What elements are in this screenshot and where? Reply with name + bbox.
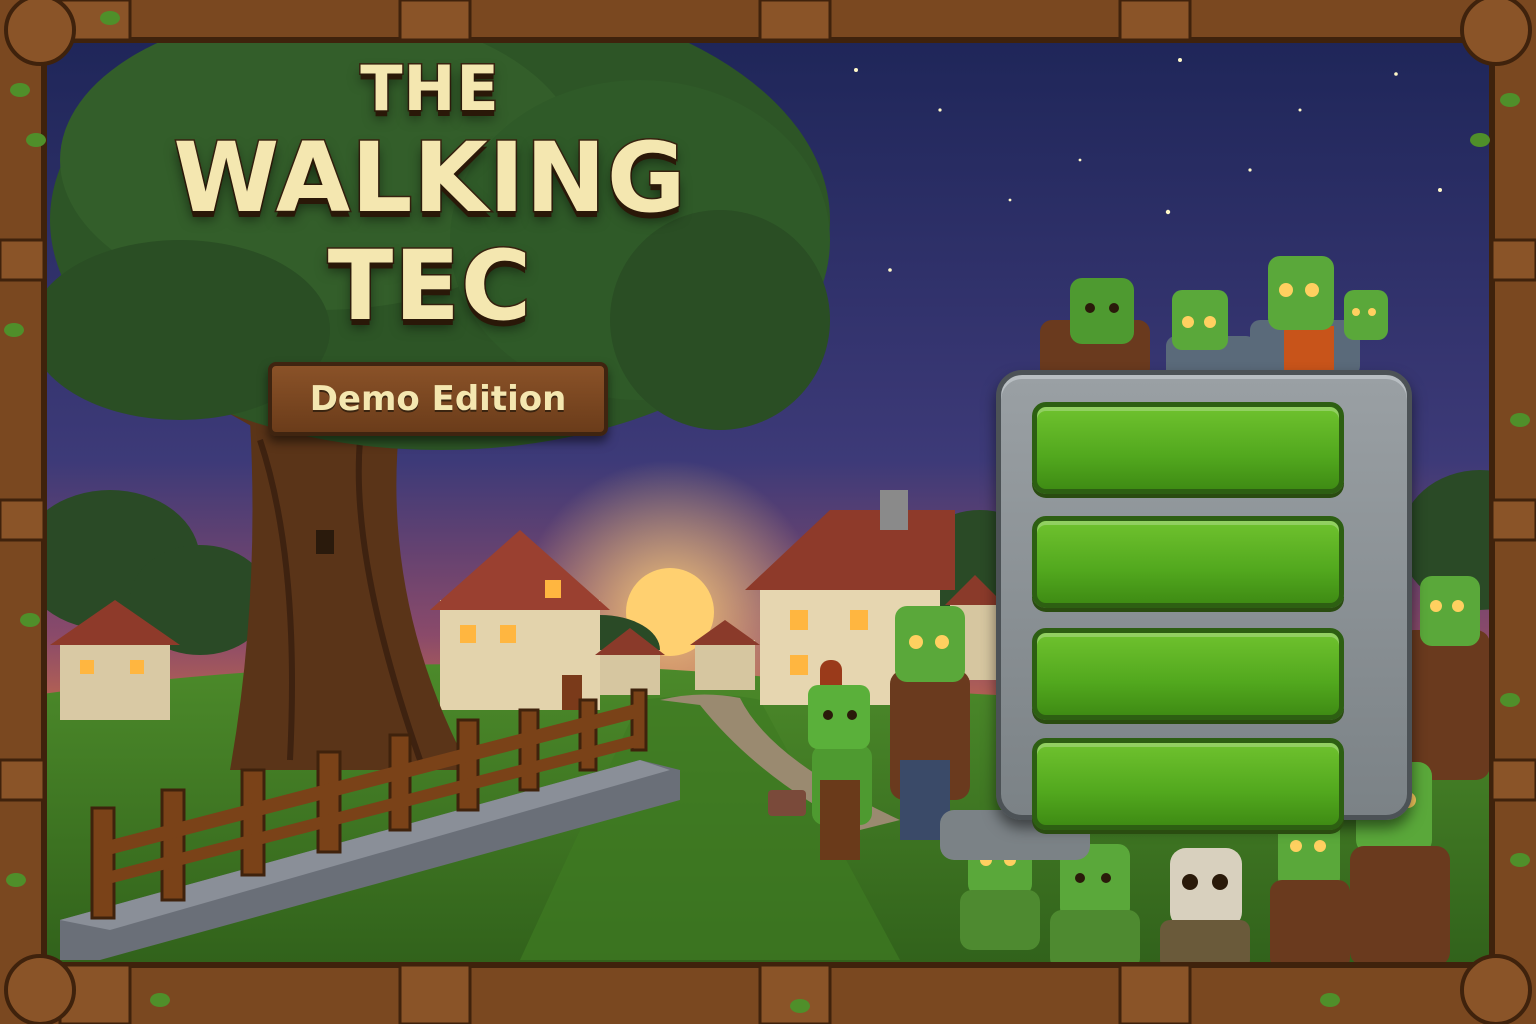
title-line-the: THE [359, 52, 501, 125]
menu-button-3[interactable] [1032, 628, 1344, 720]
menu-button-4[interactable] [1032, 738, 1344, 830]
title-line-walking: WALKING [172, 122, 687, 234]
edition-sign: Demo Edition [268, 362, 608, 436]
edition-label: Demo Edition [309, 379, 567, 419]
menu-button-1[interactable] [1032, 402, 1344, 494]
title-line-tec: TEC [326, 230, 533, 342]
menu-button-2[interactable] [1032, 516, 1344, 608]
game-title: THE WALKING TEC [150, 52, 710, 342]
game-title-screen: THE WALKING TEC Demo Edition [0, 0, 1536, 1024]
